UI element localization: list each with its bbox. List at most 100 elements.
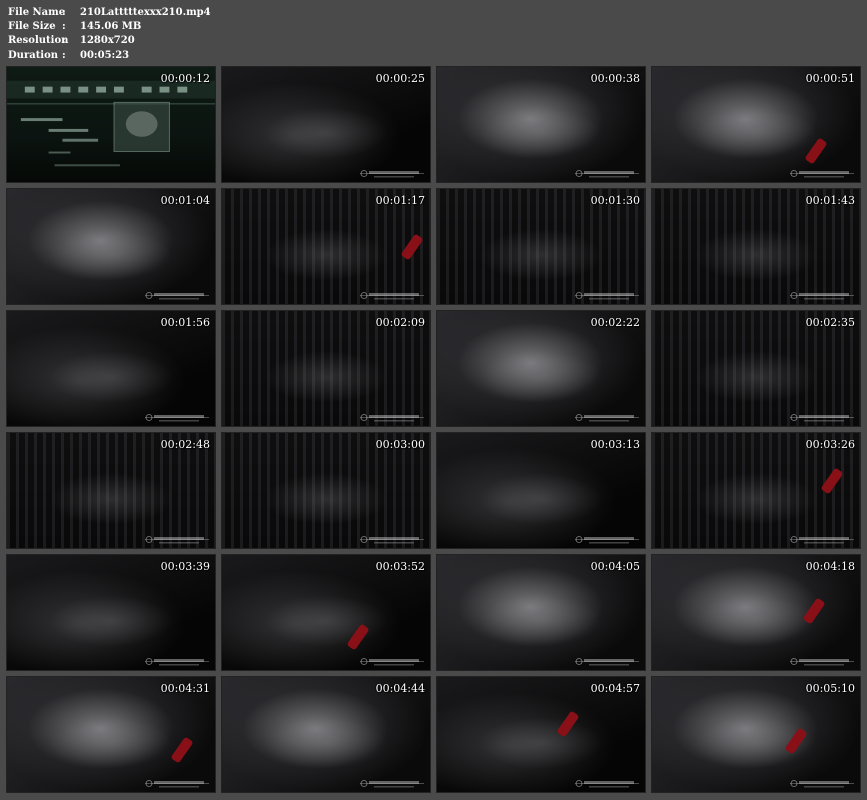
thumbnail-timestamp: 00:02:22 <box>590 316 640 329</box>
video-thumbnail: 00:03:26 <box>651 432 861 549</box>
separator: : <box>62 49 66 61</box>
frame-highlight <box>263 229 389 281</box>
frame-highlight <box>263 351 389 403</box>
separator: : <box>62 35 66 47</box>
resolution-label: Resolution <box>8 35 69 47</box>
watermark-logo-icon <box>360 170 424 178</box>
video-thumbnail: 00:00:51 <box>651 66 861 183</box>
frame-highlight <box>48 595 174 647</box>
thumbnail-timestamp: 00:01:04 <box>160 194 210 207</box>
watermark <box>360 779 424 789</box>
video-thumbnail: 00:02:22 <box>436 310 646 427</box>
video-thumbnail: 00:02:48 <box>6 432 216 549</box>
thumbnail-timestamp: 00:00:38 <box>590 72 640 85</box>
watermark <box>790 535 854 545</box>
file-name-value: 210Latttttexxx210.mp4 <box>80 7 211 18</box>
thumbnail-timestamp: 00:03:39 <box>160 560 210 573</box>
video-thumbnail: 00:03:00 <box>221 432 431 549</box>
watermark <box>145 535 209 545</box>
frame-highlight <box>478 351 604 403</box>
watermark-logo-icon <box>575 536 639 544</box>
frame-highlight <box>48 717 174 769</box>
duration-value: 00:05:23 <box>80 49 130 61</box>
watermark-logo-icon <box>790 170 854 178</box>
watermark-logo-icon <box>145 414 209 422</box>
watermark <box>575 779 639 789</box>
file-size-label: File Size <box>8 21 56 33</box>
video-thumbnail: 00:01:04 <box>6 188 216 305</box>
file-size-row: File Size : 145.06 MB <box>8 20 211 34</box>
frame-highlight <box>478 595 604 647</box>
thumbnail-timestamp: 00:03:52 <box>375 560 425 573</box>
duration-row: Duration : 00:05:23 <box>8 49 211 63</box>
watermark <box>575 657 639 667</box>
watermark <box>575 291 639 301</box>
video-thumbnail: 00:03:13 <box>436 432 646 549</box>
watermark-logo-icon <box>145 780 209 788</box>
resolution-value: 1280x720 <box>80 35 135 47</box>
watermark-logo-icon <box>575 292 639 300</box>
thumbnail-timestamp: 00:02:09 <box>375 316 425 329</box>
video-thumbnail: 00:04:44 <box>221 676 431 793</box>
thumbnail-timestamp: 00:04:31 <box>160 682 210 695</box>
thumbnail-timestamp: 00:04:57 <box>590 682 640 695</box>
watermark <box>145 413 209 423</box>
duration-label: Duration <box>8 49 59 61</box>
frame-highlight <box>478 717 604 769</box>
video-thumbnail: 00:01:56 <box>6 310 216 427</box>
thumbnail-timestamp: 00:00:25 <box>375 72 425 85</box>
thumbnail-timestamp: 00:01:30 <box>590 194 640 207</box>
frame-highlight <box>693 473 819 525</box>
watermark-logo-icon <box>575 414 639 422</box>
video-thumbnail: 00:03:52 <box>221 554 431 671</box>
watermark <box>145 291 209 301</box>
thumbnail-timestamp: 00:04:44 <box>375 682 425 695</box>
thumbnail-timestamp: 00:03:26 <box>805 438 855 451</box>
red-accent-shape <box>820 467 844 495</box>
video-thumbnail: 00:04:31 <box>6 676 216 793</box>
frame-highlight <box>693 595 819 647</box>
file-name-row: File Name : 210Latttttexxx210.mp4 <box>8 6 211 20</box>
watermark-logo-icon <box>790 658 854 666</box>
thumbnail-timestamp: 00:02:48 <box>160 438 210 451</box>
watermark <box>360 291 424 301</box>
video-thumbnail: 00:05:10 <box>651 676 861 793</box>
watermark-logo-icon <box>360 292 424 300</box>
watermark-logo-icon <box>575 780 639 788</box>
separator: : <box>62 21 66 33</box>
watermark <box>145 779 209 789</box>
thumbnail-timestamp: 00:01:56 <box>160 316 210 329</box>
video-thumbnail: 00:04:57 <box>436 676 646 793</box>
watermark <box>575 413 639 423</box>
watermark-logo-icon <box>575 170 639 178</box>
file-size-value: 145.06 MB <box>80 21 142 33</box>
watermark-logo-icon <box>360 414 424 422</box>
watermark <box>575 535 639 545</box>
frame-highlight <box>478 229 604 281</box>
video-thumbnail: 00:00:25 <box>221 66 431 183</box>
watermark-logo-icon <box>790 292 854 300</box>
file-info-header: File Name : 210Latttttexxx210.mp4 File S… <box>8 6 211 63</box>
frame-highlight <box>478 107 604 159</box>
video-thumbnail: 00:01:17 <box>221 188 431 305</box>
frame-highlight <box>263 717 389 769</box>
frame-highlight <box>263 107 389 159</box>
thumbnail-timestamp: 00:04:05 <box>590 560 640 573</box>
watermark <box>360 657 424 667</box>
thumbnail-timestamp: 00:01:43 <box>805 194 855 207</box>
watermark <box>790 413 854 423</box>
watermark <box>575 169 639 179</box>
frame-highlight <box>693 107 819 159</box>
watermark-logo-icon <box>790 414 854 422</box>
video-thumbnail: 00:01:43 <box>651 188 861 305</box>
frame-highlight <box>693 229 819 281</box>
thumbnail-timestamp: 00:01:17 <box>375 194 425 207</box>
video-thumbnail: 00:01:30 <box>436 188 646 305</box>
thumbnail-timestamp: 00:02:35 <box>805 316 855 329</box>
watermark-logo-icon <box>145 658 209 666</box>
thumbnail-timestamp: 00:03:00 <box>375 438 425 451</box>
watermark-logo-icon <box>575 658 639 666</box>
file-name-label: File Name <box>8 7 66 18</box>
thumbnail-timestamp: 00:00:51 <box>805 72 855 85</box>
watermark <box>360 413 424 423</box>
